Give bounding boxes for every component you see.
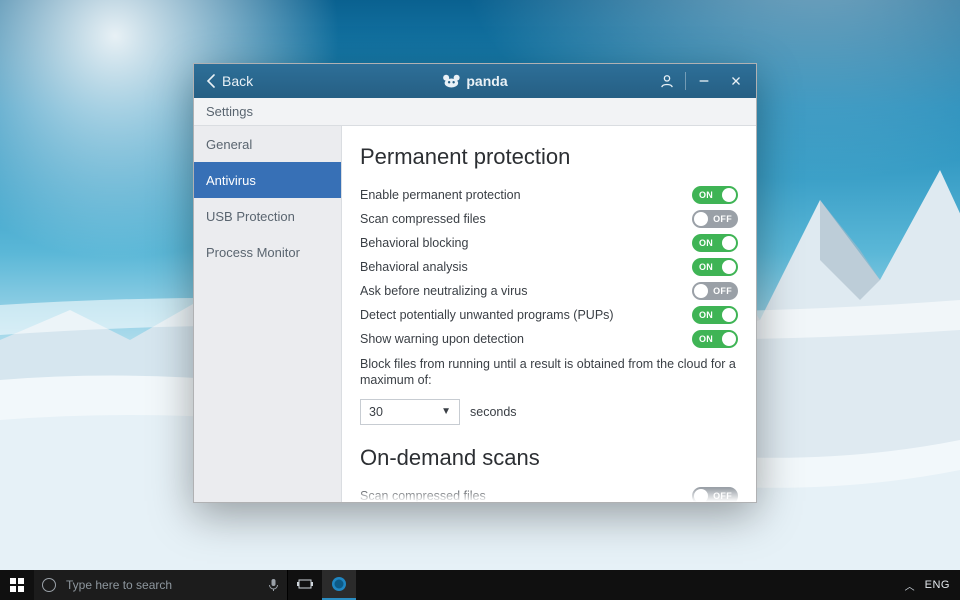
setting-row: Show warning upon detection ON bbox=[360, 328, 738, 350]
section-title-permanent: Permanent protection bbox=[360, 144, 738, 170]
toggle-ondemand-scan-compressed[interactable]: OFF bbox=[692, 487, 738, 503]
setting-label: Behavioral analysis bbox=[360, 260, 468, 274]
minimize-icon bbox=[697, 74, 711, 88]
close-icon bbox=[729, 74, 743, 88]
task-view-icon bbox=[297, 579, 313, 591]
cortana-icon bbox=[34, 578, 64, 592]
minimize-button[interactable] bbox=[688, 64, 720, 98]
panda-settings-window: Back panda Settings General Antivir bbox=[193, 63, 757, 503]
tray-overflow-button[interactable]: ︿ bbox=[905, 578, 915, 593]
setting-row: Enable permanent protection ON bbox=[360, 184, 738, 206]
taskbar-search-placeholder: Type here to search bbox=[64, 578, 259, 592]
setting-row: Behavioral analysis ON bbox=[360, 256, 738, 278]
setting-label: Detect potentially unwanted programs (PU… bbox=[360, 308, 614, 322]
account-button[interactable] bbox=[651, 64, 683, 98]
sidebar-item-process-monitor[interactable]: Process Monitor bbox=[194, 234, 341, 270]
window-buttons bbox=[651, 64, 752, 98]
toggle-on-label: ON bbox=[699, 262, 713, 272]
brand: panda bbox=[442, 73, 507, 89]
setting-label: Scan compressed files bbox=[360, 489, 486, 503]
toggle-knob bbox=[694, 284, 708, 298]
block-cloud-unit: seconds bbox=[470, 405, 517, 419]
toggle-knob bbox=[694, 212, 708, 226]
toggle-behavioral-blocking[interactable]: ON bbox=[692, 234, 738, 252]
section-title-ondemand: On-demand scans bbox=[360, 445, 738, 471]
setting-label: Behavioral blocking bbox=[360, 236, 468, 250]
toggle-knob bbox=[694, 489, 708, 503]
titlebar-divider bbox=[685, 72, 686, 90]
toggle-knob bbox=[722, 260, 736, 274]
sidebar-item-antivirus[interactable]: Antivirus bbox=[194, 162, 341, 198]
toggle-on-label: ON bbox=[699, 334, 713, 344]
mic-button[interactable] bbox=[259, 578, 287, 592]
language-indicator[interactable]: ENG bbox=[925, 579, 950, 591]
setting-row: Scan compressed files OFF bbox=[360, 208, 738, 230]
block-cloud-select[interactable]: 30 ▼ bbox=[360, 399, 460, 425]
sidebar-item-label: Antivirus bbox=[206, 173, 256, 188]
sidebar-item-usb-protection[interactable]: USB Protection bbox=[194, 198, 341, 234]
sidebar-item-label: General bbox=[206, 137, 252, 152]
taskbar-app-panda[interactable] bbox=[322, 570, 356, 600]
toggle-scan-compressed[interactable]: OFF bbox=[692, 210, 738, 228]
sidebar-item-label: Process Monitor bbox=[206, 245, 300, 260]
titlebar: Back panda bbox=[194, 64, 756, 98]
close-button[interactable] bbox=[720, 64, 752, 98]
user-icon bbox=[660, 74, 674, 88]
setting-label: Show warning upon detection bbox=[360, 332, 524, 346]
block-cloud-note: Block files from running until a result … bbox=[360, 356, 738, 389]
toggle-enable-permanent-protection[interactable]: ON bbox=[692, 186, 738, 204]
brand-text: panda bbox=[466, 73, 507, 89]
taskbar-search[interactable]: Type here to search bbox=[34, 570, 288, 600]
toggle-knob bbox=[722, 308, 736, 322]
sidebar-item-general[interactable]: General bbox=[194, 126, 341, 162]
toggle-off-label: OFF bbox=[713, 214, 732, 224]
toggle-off-label: OFF bbox=[713, 491, 732, 501]
panda-logo-icon bbox=[442, 74, 460, 88]
toggle-on-label: ON bbox=[699, 238, 713, 248]
setting-label: Enable permanent protection bbox=[360, 188, 521, 202]
subheader: Settings bbox=[194, 98, 756, 126]
taskbar: Type here to search ︿ ENG bbox=[0, 570, 960, 600]
toggle-ask-before-neutralize[interactable]: OFF bbox=[692, 282, 738, 300]
content-pane: Permanent protection Enable permanent pr… bbox=[342, 126, 756, 502]
back-button[interactable]: Back bbox=[198, 64, 261, 98]
toggle-behavioral-analysis[interactable]: ON bbox=[692, 258, 738, 276]
toggle-off-label: OFF bbox=[713, 286, 732, 296]
toggle-show-warning[interactable]: ON bbox=[692, 330, 738, 348]
block-cloud-row: 30 ▼ seconds bbox=[360, 399, 738, 425]
block-cloud-value: 30 bbox=[369, 405, 383, 419]
back-label: Back bbox=[222, 73, 253, 89]
start-button[interactable] bbox=[0, 570, 34, 600]
subheader-text: Settings bbox=[206, 104, 253, 119]
toggle-knob bbox=[722, 236, 736, 250]
toggle-detect-pups[interactable]: ON bbox=[692, 306, 738, 324]
setting-row: Scan compressed files OFF bbox=[360, 485, 738, 503]
setting-row: Detect potentially unwanted programs (PU… bbox=[360, 304, 738, 326]
sidebar: General Antivirus USB Protection Process… bbox=[194, 126, 342, 502]
task-view-button[interactable] bbox=[288, 570, 322, 600]
caret-down-icon: ▼ bbox=[441, 406, 451, 417]
toggle-on-label: ON bbox=[699, 310, 713, 320]
system-tray: ︿ ENG bbox=[895, 578, 960, 593]
window-body: General Antivirus USB Protection Process… bbox=[194, 126, 756, 502]
microphone-icon bbox=[268, 578, 279, 592]
setting-label: Scan compressed files bbox=[360, 212, 486, 226]
chevron-left-icon bbox=[206, 74, 216, 88]
setting-row: Behavioral blocking ON bbox=[360, 232, 738, 254]
toggle-knob bbox=[722, 332, 736, 346]
toggle-on-label: ON bbox=[699, 190, 713, 200]
panda-app-icon bbox=[331, 576, 347, 592]
toggle-knob bbox=[722, 188, 736, 202]
sidebar-item-label: USB Protection bbox=[206, 209, 295, 224]
windows-logo-icon bbox=[10, 578, 24, 592]
setting-label: Ask before neutralizing a virus bbox=[360, 284, 527, 298]
setting-row: Ask before neutralizing a virus OFF bbox=[360, 280, 738, 302]
